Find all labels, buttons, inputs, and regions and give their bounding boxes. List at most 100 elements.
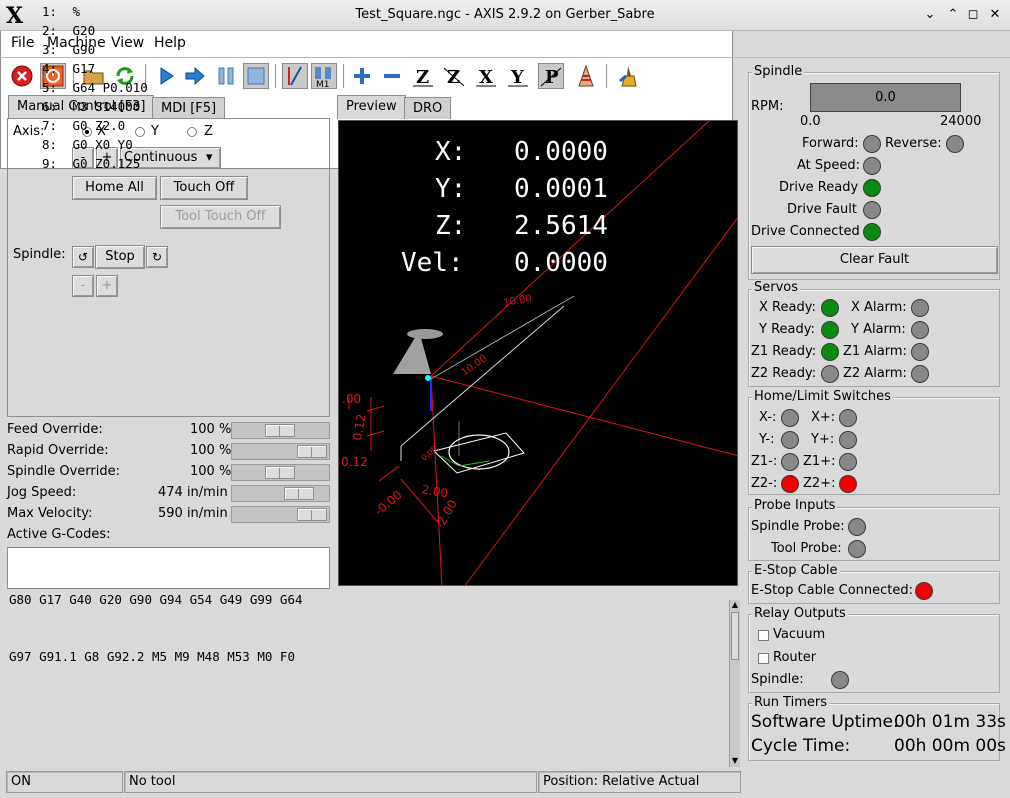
menu-view[interactable]: View [111,35,144,51]
code-line-2: 2: G20 [41,23,96,38]
x-alarm-indicator [911,299,929,317]
svg-text:0.12: 0.12 [341,455,368,469]
spindle-stop-button[interactable]: Stop [95,245,145,269]
view-y-icon[interactable]: Y [505,63,531,89]
optional-stop-icon[interactable]: M1 [311,63,337,90]
home-all-button[interactable]: Home All [72,176,157,200]
spindle-frame-title: Spindle [752,64,805,79]
spindle-faster-button[interactable]: + [96,275,118,297]
pause-icon[interactable] [213,63,239,89]
title-bar: X Test_Square.ngc - AXIS 2.9.2 on Gerber… [0,0,1010,31]
dro-y-value: 0.0001 [514,174,608,204]
gcode-scrollbar[interactable]: ▲ ▼ [729,600,740,767]
z2-minus-indicator [781,475,799,493]
slider-thumb[interactable] [265,466,295,479]
spindle-ccw-icon[interactable]: ↺ [72,246,94,268]
rpm-max-label: 24000 [940,114,982,129]
tool-touch-off-button[interactable]: Tool Touch Off [160,205,281,229]
view-x-icon[interactable]: X [473,63,499,89]
feed-override-label: Feed Override: [7,422,103,437]
view-z2-icon[interactable]: Z [441,63,467,89]
svg-text:Z: Z [416,67,429,88]
svg-text:M1: M1 [316,80,330,88]
svg-text:2.00: 2.00 [420,482,449,500]
z1-alarm-label: Z1 Alarm: [843,344,907,359]
code-line-9: 9: G0 Z0.125 [41,156,141,171]
rapid-override-slider[interactable] [231,443,330,460]
uptime-label: Software Uptime: [751,712,899,732]
rpm-bar: 0.0 [810,83,961,112]
gcodes-line-2: G97 G91.1 G8 G92.2 M5 M9 M48 M53 M0 F0 [9,649,295,664]
code-line-4: 4: G17 [41,61,96,76]
code-line-8: 8: G0 X0 Y0 [41,137,133,152]
rotate-icon[interactable] [573,63,599,89]
axis-y-label: Y [151,124,159,139]
clear-fault-button[interactable]: Clear Fault [751,246,998,274]
slider-thumb[interactable] [284,487,314,500]
x-plus-indicator [839,409,857,427]
scroll-thumb[interactable] [731,612,739,660]
tab-dro[interactable]: DRO [404,97,452,119]
touch-off-button[interactable]: Touch Off [160,176,248,200]
z2-minus-label: Z2-: [751,476,778,491]
minimize-icon[interactable]: ⌄ [921,6,939,24]
probe-frame-title: Probe Inputs [752,498,838,513]
x-plus-label: X+: [811,410,836,425]
feed-override-slider[interactable] [231,422,330,439]
spindle-slower-button[interactable]: - [72,275,94,297]
forward-label: Forward: [802,136,859,151]
x-ready-label: X Ready: [759,300,816,315]
step-icon[interactable] [182,63,208,89]
view-z-icon[interactable]: Z [410,63,436,89]
z1-alarm-indicator [911,343,929,361]
y-minus-label: Y-: [759,432,775,447]
limits-frame-title: Home/Limit Switches [752,389,893,404]
max-velocity-slider[interactable] [231,506,330,523]
z2-ready-indicator [821,365,839,383]
status-tool: No tool [124,771,537,793]
maximize-icon[interactable]: ⌃ [944,6,962,24]
scroll-up-icon[interactable]: ▲ [730,600,740,609]
spindle-override-slider[interactable] [231,464,330,481]
menu-help[interactable]: Help [154,35,186,51]
view-p-icon[interactable]: P [538,63,564,89]
menu-bar: File Machine View Help [0,31,1010,57]
dro-x-value: 0.0000 [514,137,608,167]
scroll-down-icon[interactable]: ▼ [730,756,740,765]
jog-speed-slider[interactable] [231,485,330,502]
reverse-indicator [946,135,964,153]
preview-canvas[interactable]: 10.00 10.00 .00 0.12 0.12 -0.00 2.00 2.0… [338,120,738,586]
close-icon[interactable]: ✕ [986,6,1004,24]
active-gcodes-label: Active G-Codes: [7,527,111,542]
vacuum-checkbox[interactable] [758,630,769,641]
slider-thumb[interactable] [265,424,295,437]
stop-icon[interactable] [243,63,269,89]
clear-plot-icon[interactable] [615,63,641,89]
axis-y-radio[interactable] [135,127,145,137]
tool-probe-label: Tool Probe: [771,541,842,556]
active-gcodes-box: G80 G17 G40 G20 G90 G94 G54 G49 G99 G64 … [7,547,330,664]
router-checkbox[interactable] [758,653,769,664]
zoom-out-icon[interactable] [379,63,405,89]
drive-connected-label: Drive Connected [751,224,860,239]
run-icon[interactable] [153,63,179,89]
tab-preview[interactable]: Preview [337,95,406,119]
z1-plus-label: Z1+: [803,454,836,469]
drive-fault-indicator [863,201,881,219]
slider-thumb[interactable] [297,445,327,458]
zoom-in-icon[interactable] [349,63,375,89]
block-delete-icon[interactable] [282,63,308,89]
restore-icon[interactable]: ◻ [964,6,982,24]
axis-z-radio[interactable] [187,127,197,137]
spindle-cw-icon[interactable]: ↻ [146,246,168,268]
code-line-7: 7: G0 Z2.0 [41,118,126,133]
svg-text:P: P [545,67,559,88]
dro-vel-value: 0.0000 [514,248,608,278]
code-line-5: 5: G64 P0.010 [41,80,148,95]
slider-thumb[interactable] [297,508,327,521]
feed-override-value: 100 % [190,422,232,437]
tab-mdi[interactable]: MDI [F5] [152,97,226,119]
relay-spindle-label: Spindle: [751,672,804,687]
spindle-override-value: 100 % [190,464,232,479]
router-label: Router [773,650,817,665]
